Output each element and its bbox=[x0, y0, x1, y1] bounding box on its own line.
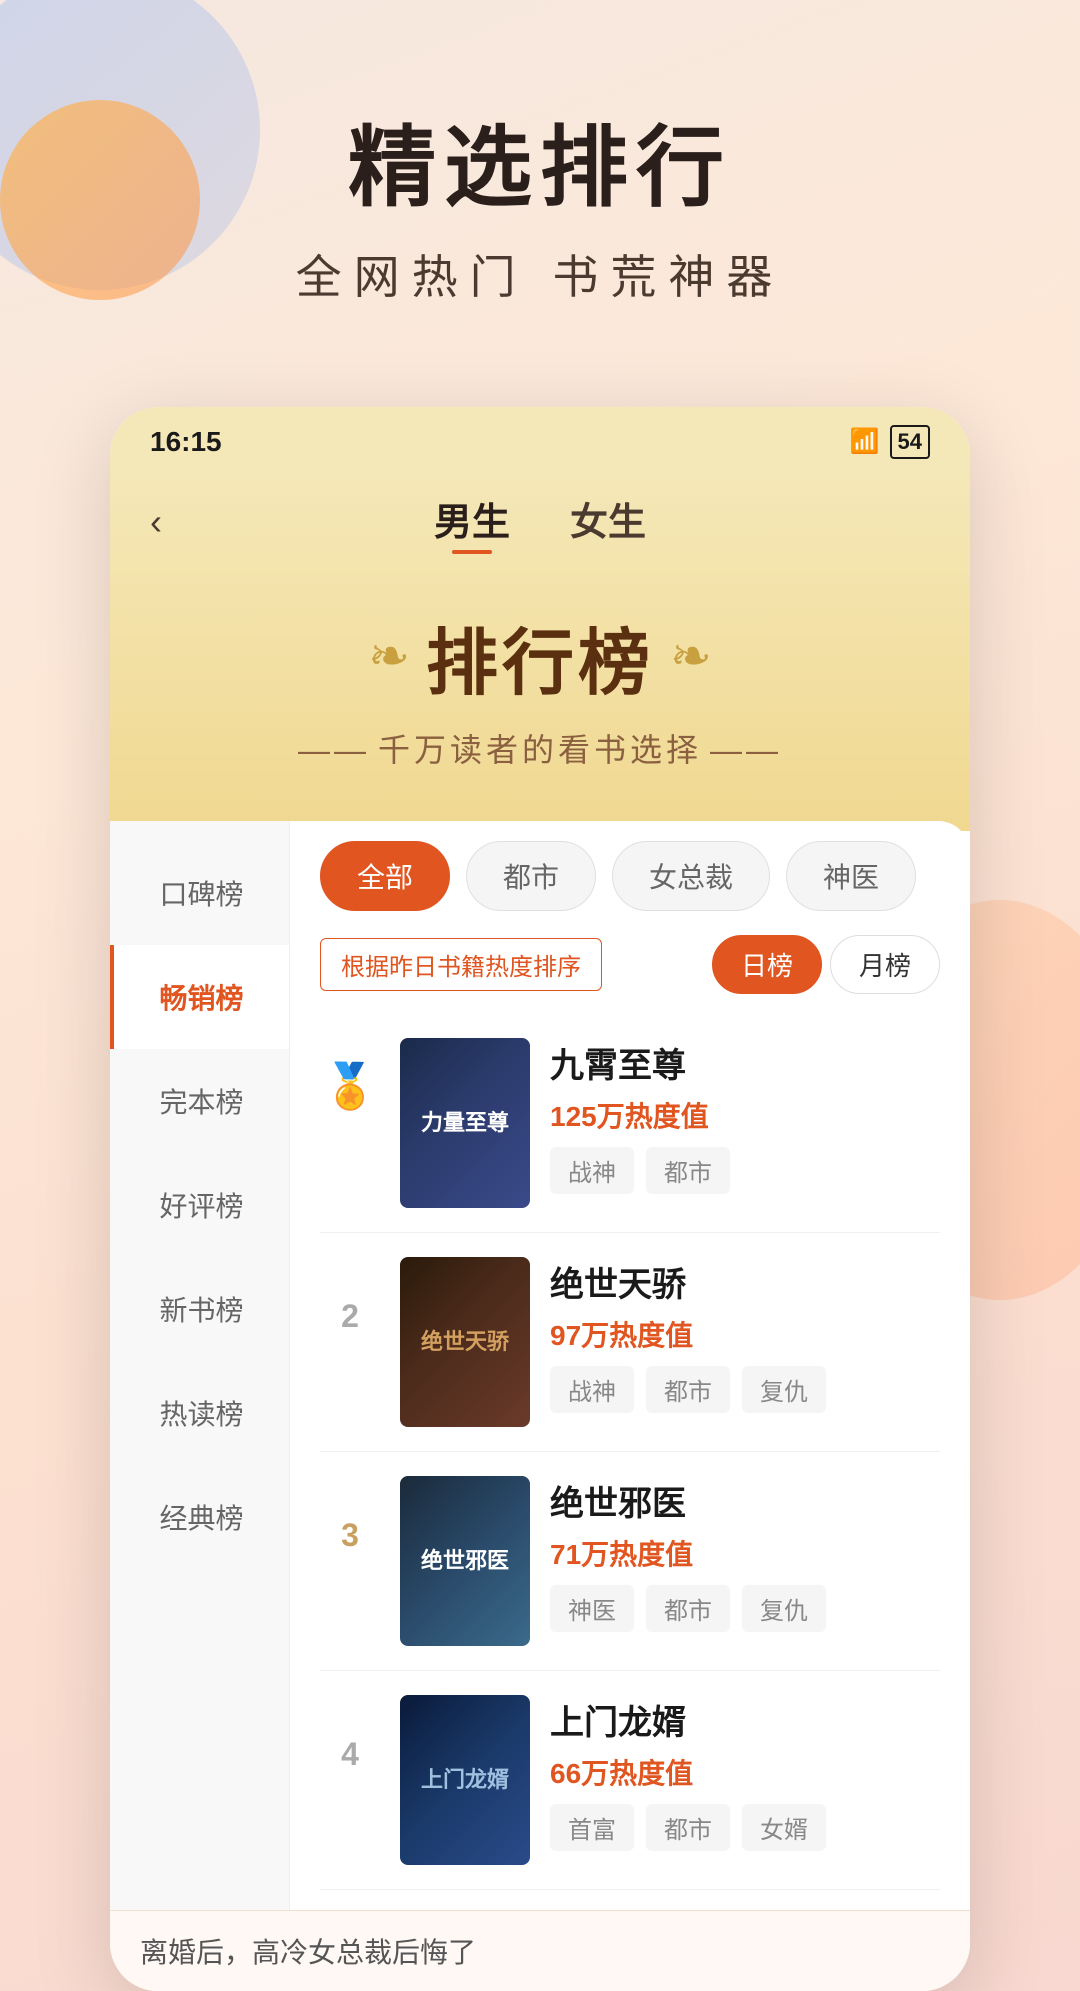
wifi-icon: 📶 bbox=[850, 427, 880, 456]
laurel-left-icon: ❧ bbox=[368, 627, 410, 685]
content-card: 口碑榜 畅销榜 完本榜 好评榜 新书榜 热读榜 经典榜 全部 都市 女总裁 神医 bbox=[110, 821, 970, 1991]
sidebar: 口碑榜 畅销榜 完本榜 好评榜 新书榜 热读榜 经典榜 bbox=[110, 821, 290, 1910]
book-info-4: 上门龙婿 66万热度值 首富 都市 女婿 bbox=[550, 1695, 940, 1851]
sidebar-item-wanben[interactable]: 完本榜 bbox=[110, 1049, 289, 1153]
date-btn-monthly[interactable]: 月榜 bbox=[830, 935, 940, 994]
sidebar-item-changxiao[interactable]: 畅销榜 bbox=[110, 945, 289, 1049]
date-filter-row: 根据昨日书籍热度排序 日榜 月榜 bbox=[320, 935, 940, 994]
tag-dushi-1: 都市 bbox=[646, 1147, 730, 1194]
tab-female[interactable]: 女生 bbox=[570, 491, 646, 554]
book-tags-1: 战神 都市 bbox=[550, 1147, 940, 1194]
book-cover-2: 绝世天骄 bbox=[400, 1257, 530, 1427]
tag-dushi-2: 都市 bbox=[646, 1366, 730, 1413]
banner-area: ‹ 男生 女生 ❧ 排行榜 ❧ 千万读者的看书选择 bbox=[110, 471, 970, 831]
book-cover-3: 绝世邪医 bbox=[400, 1476, 530, 1646]
status-time: 16:15 bbox=[150, 426, 222, 458]
tag-dushi-3: 都市 bbox=[646, 1585, 730, 1632]
date-btn-daily[interactable]: 日榜 bbox=[712, 935, 822, 994]
tag-fuchou-2: 复仇 bbox=[742, 1366, 826, 1413]
chip-shenyi[interactable]: 神医 bbox=[786, 841, 916, 911]
rank-badge-2: 2 bbox=[320, 1287, 380, 1347]
nav-header: ‹ 男生 女生 bbox=[150, 491, 930, 554]
rank-badge-3: 3 bbox=[320, 1506, 380, 1566]
chip-dushi[interactable]: 都市 bbox=[466, 841, 596, 911]
nav-tabs: 男生 女生 bbox=[434, 491, 646, 554]
book-tags-3: 神医 都市 复仇 bbox=[550, 1585, 940, 1632]
book-item-3[interactable]: 3 绝世邪医 绝世邪医 71万热度值 神医 都市 复仇 bbox=[320, 1452, 940, 1671]
book-info-1: 九霄至尊 125万热度值 战神 都市 bbox=[550, 1038, 940, 1194]
rank-badge-4: 4 bbox=[320, 1725, 380, 1785]
hero-main-title: 精选排行 bbox=[60, 120, 1020, 217]
book-item-1[interactable]: 1 力量至尊 九霄至尊 125万热度值 战神 都市 bbox=[320, 1014, 940, 1233]
date-hint: 根据昨日书籍热度排序 bbox=[320, 938, 602, 991]
book-title-2: 绝世天骄 bbox=[550, 1257, 940, 1306]
book-title-1: 九霄至尊 bbox=[550, 1038, 940, 1087]
hero-section: 精选排行 全网热门 书荒神器 bbox=[0, 0, 1080, 367]
battery-indicator: 54 bbox=[890, 425, 930, 459]
book-heat-1: 125万热度值 bbox=[550, 1095, 940, 1135]
sidebar-item-jingdian[interactable]: 经典榜 bbox=[110, 1465, 289, 1569]
sidebar-item-xinshu[interactable]: 新书榜 bbox=[110, 1257, 289, 1361]
filter-chips: 全部 都市 女总裁 神医 bbox=[320, 841, 940, 911]
bottom-teaser[interactable]: 离婚后，高冷女总裁后悔了 bbox=[110, 1910, 970, 1991]
sidebar-item-redu[interactable]: 热读榜 bbox=[110, 1361, 289, 1465]
ranking-title: 排行榜 bbox=[426, 604, 654, 709]
book-cover-4: 上门龙婿 bbox=[400, 1695, 530, 1865]
status-icons: 📶 54 bbox=[850, 425, 930, 459]
book-cover-1: 力量至尊 bbox=[400, 1038, 530, 1208]
date-toggle: 日榜 月榜 bbox=[712, 935, 940, 994]
tag-zhanshen-2: 战神 bbox=[550, 1366, 634, 1413]
list-layout: 口碑榜 畅销榜 完本榜 好评榜 新书榜 热读榜 经典榜 全部 都市 女总裁 神医 bbox=[110, 821, 970, 1910]
chip-nvzongcai[interactable]: 女总裁 bbox=[612, 841, 770, 911]
book-heat-2: 97万热度值 bbox=[550, 1314, 940, 1354]
book-title-4: 上门龙婿 bbox=[550, 1695, 940, 1744]
tag-fuchou-3: 复仇 bbox=[742, 1585, 826, 1632]
book-title-3: 绝世邪医 bbox=[550, 1476, 940, 1525]
rank-badge-1: 1 bbox=[320, 1068, 380, 1128]
tag-shenyi-3: 神医 bbox=[550, 1585, 634, 1632]
ranking-banner: ❧ 排行榜 ❧ 千万读者的看书选择 bbox=[150, 584, 930, 791]
back-button[interactable]: ‹ bbox=[150, 501, 162, 543]
book-info-3: 绝世邪医 71万热度值 神医 都市 复仇 bbox=[550, 1476, 940, 1632]
phone-mockup: 16:15 📶 54 ‹ 男生 女生 ❧ 排行榜 ❧ 千万读者的看书选择 bbox=[110, 407, 970, 1991]
sidebar-item-haoping[interactable]: 好评榜 bbox=[110, 1153, 289, 1257]
tag-nüxu-4: 女婿 bbox=[742, 1804, 826, 1851]
tag-shoufu-4: 首富 bbox=[550, 1804, 634, 1851]
book-tags-2: 战神 都市 复仇 bbox=[550, 1366, 940, 1413]
ranking-title-row: ❧ 排行榜 ❧ bbox=[150, 604, 930, 709]
status-bar: 16:15 📶 54 bbox=[110, 407, 970, 471]
hero-sub-title: 全网热门 书荒神器 bbox=[60, 241, 1020, 307]
tag-dushi-4: 都市 bbox=[646, 1804, 730, 1851]
chip-all[interactable]: 全部 bbox=[320, 841, 450, 911]
book-item-4[interactable]: 4 上门龙婿 上门龙婿 66万热度值 首富 都市 女婿 bbox=[320, 1671, 940, 1890]
main-content: 全部 都市 女总裁 神医 根据昨日书籍热度排序 日榜 月榜 1 bbox=[290, 821, 970, 1910]
book-tags-4: 首富 都市 女婿 bbox=[550, 1804, 940, 1851]
tab-male[interactable]: 男生 bbox=[434, 491, 510, 554]
book-heat-4: 66万热度值 bbox=[550, 1752, 940, 1792]
laurel-right-icon: ❧ bbox=[670, 627, 712, 685]
book-info-2: 绝世天骄 97万热度值 战神 都市 复仇 bbox=[550, 1257, 940, 1413]
sidebar-item-koubei[interactable]: 口碑榜 bbox=[110, 841, 289, 945]
teaser-text: 离婚后，高冷女总裁后悔了 bbox=[140, 1931, 940, 1971]
tag-zhanshen-1: 战神 bbox=[550, 1147, 634, 1194]
book-heat-3: 71万热度值 bbox=[550, 1533, 940, 1573]
ranking-subtitle: 千万读者的看书选择 bbox=[150, 725, 930, 771]
book-item-2[interactable]: 2 绝世天骄 绝世天骄 97万热度值 战神 都市 复仇 bbox=[320, 1233, 940, 1452]
